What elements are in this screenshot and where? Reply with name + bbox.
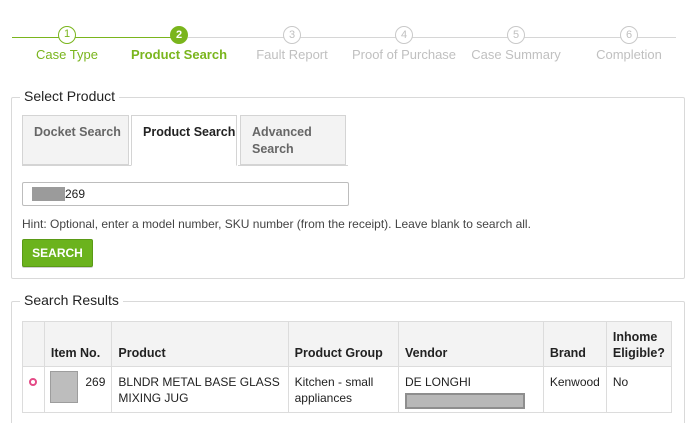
step-proof-of-purchase: 4 Proof of Purchase [339, 26, 469, 62]
step-number: 3 [283, 26, 301, 44]
brand-cell: Kenwood [542, 366, 607, 413]
column-header-vendor[interactable]: Vendor [398, 321, 544, 367]
step-completion: 6 Completion [564, 26, 688, 62]
vendor-value: DE LONGHI [405, 375, 472, 389]
step-number: 5 [507, 26, 525, 44]
column-header-product-group[interactable]: Product Group [287, 321, 400, 367]
column-header-brand[interactable]: Brand [542, 321, 607, 367]
select-product-legend: Select Product [20, 88, 120, 104]
table-row[interactable]: 269 BLNDR METAL BASE GLASS MIXING JUG Ki… [22, 366, 673, 413]
inhome-eligible-cell: No [605, 366, 673, 413]
item-no-cell: 269 [43, 366, 113, 413]
column-header-select [22, 321, 45, 367]
step-label: Case Type [36, 47, 98, 62]
redaction-block [32, 187, 65, 201]
tab-product-search[interactable]: Product Search [131, 115, 237, 166]
column-header-product[interactable]: Product [111, 321, 289, 367]
step-number: 6 [620, 26, 638, 44]
product-cell: BLNDR METAL BASE GLASS MIXING JUG [111, 366, 289, 413]
tab-rule [22, 165, 131, 166]
step-label: Case Summary [471, 47, 561, 62]
search-results-legend: Search Results [20, 292, 123, 308]
column-header-inhome-eligible[interactable]: Inhome Eligible? [605, 321, 673, 367]
step-label: Proof of Purchase [351, 47, 457, 62]
progress-stepper: 1 Case Type 2 Product Search 3 Fault Rep… [0, 0, 688, 70]
step-number: 1 [58, 26, 76, 44]
step-label: Completion [596, 47, 662, 62]
redaction-block [49, 371, 78, 403]
table-header-row: Item No. Product Product Group Vendor Br… [22, 321, 673, 367]
step-case-type[interactable]: 1 Case Type [2, 26, 132, 62]
search-hint: Hint: Optional, enter a model number, SK… [22, 217, 531, 231]
step-label: Product Search [130, 47, 228, 62]
step-fault-report: 3 Fault Report [227, 26, 357, 62]
item-no-value: 269 [85, 375, 106, 389]
redaction-block [405, 393, 525, 409]
select-product-panel: Select Product Docket Search Product Sea… [11, 88, 685, 279]
step-number: 2 [170, 26, 188, 44]
tab-advanced-search[interactable]: Advanced Search [240, 115, 346, 165]
search-button[interactable]: SEARCH [22, 239, 93, 267]
step-number: 4 [395, 26, 413, 44]
row-select-cell[interactable] [22, 366, 45, 413]
results-table: Item No. Product Product Group Vendor Br… [22, 321, 673, 413]
step-label: Fault Report [256, 47, 328, 62]
step-product-search: 2 Product Search [114, 26, 244, 62]
vendor-cell: DE LONGHI [398, 366, 544, 413]
product-search-input[interactable] [22, 182, 349, 206]
tab-docket-search[interactable]: Docket Search [22, 115, 129, 165]
product-group-cell: Kitchen - small appliances [287, 366, 400, 413]
tab-rule [238, 165, 348, 166]
column-header-item-no[interactable]: Item No. [43, 321, 113, 367]
step-case-summary: 5 Case Summary [451, 26, 581, 62]
search-results-panel: Search Results Item No. Product Product … [11, 292, 685, 423]
row-radio-button[interactable] [29, 378, 38, 386]
